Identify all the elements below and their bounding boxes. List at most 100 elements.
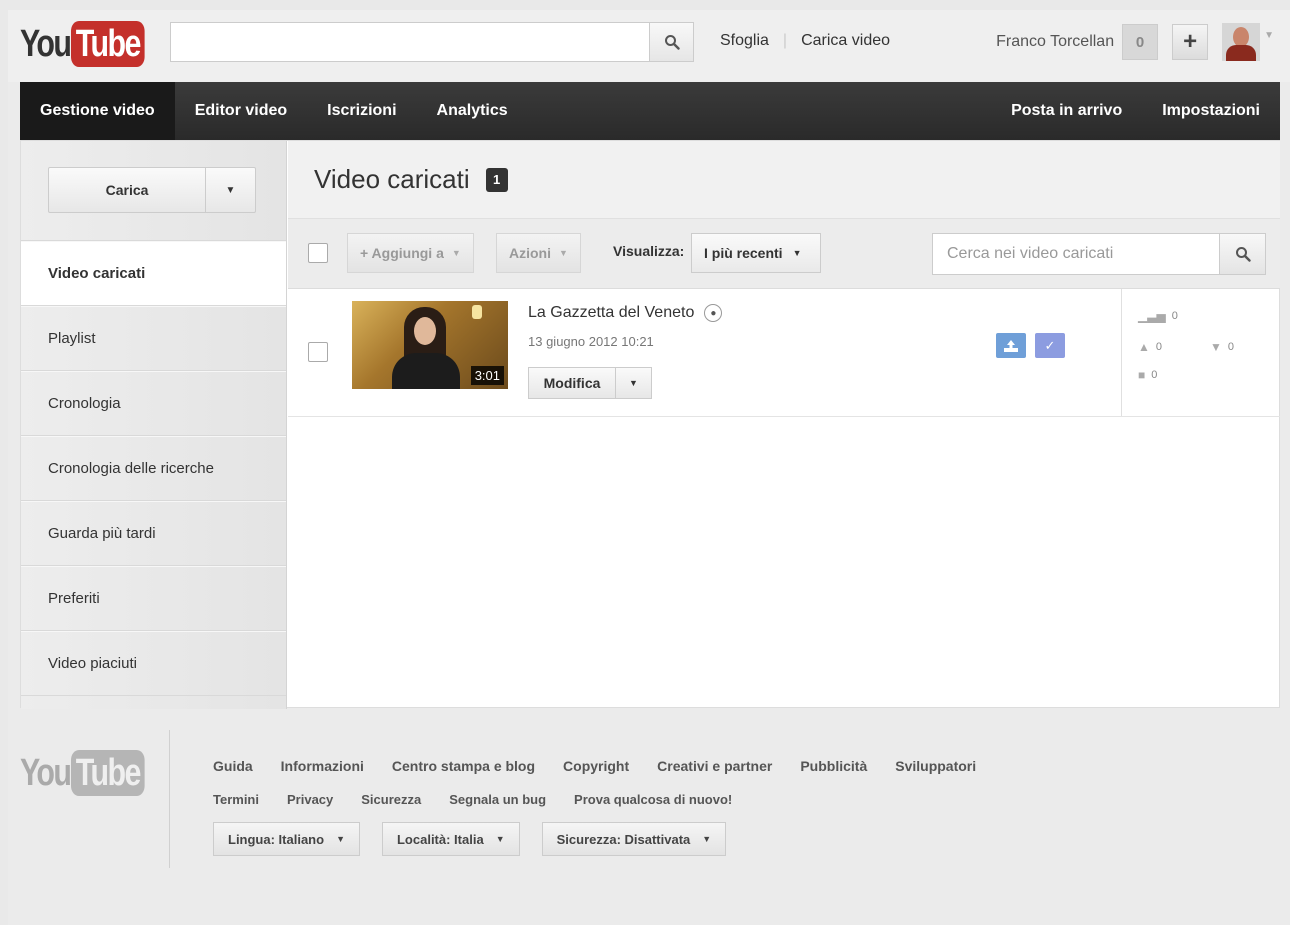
language-value: Lingua: Italiano xyxy=(228,831,325,847)
sidebar-item-uploaded-videos[interactable]: Video caricati xyxy=(21,241,286,306)
top-links: Sfoglia | Carica video xyxy=(720,32,890,50)
link-separator: | xyxy=(782,32,788,49)
caret-down-icon: ▼ xyxy=(559,248,568,258)
nav-inbox[interactable]: Posta in arrivo xyxy=(991,82,1142,140)
footer-link-developers[interactable]: Sviluppatori xyxy=(895,758,976,774)
footer-link-privacy[interactable]: Privacy xyxy=(287,792,333,807)
add-to-button[interactable]: + Aggiungi a ▼ xyxy=(347,233,474,273)
video-thumbnail[interactable]: 3:01 xyxy=(352,301,508,389)
search-button[interactable] xyxy=(649,23,693,61)
user-name[interactable]: Franco Torcellan xyxy=(996,33,1114,51)
edit-button-label[interactable]: Modifica xyxy=(529,368,615,398)
content-panel: Carica ▼ Video caricati Playlist Cronolo… xyxy=(20,140,1280,709)
likes-count: 0 xyxy=(1155,341,1163,353)
browse-link[interactable]: Sfoglia xyxy=(720,32,769,50)
sort-dropdown[interactable]: I più recenti ▼ xyxy=(691,233,821,273)
dislikes-count: 0 xyxy=(1227,341,1235,353)
avatar-body xyxy=(1226,45,1257,61)
sidebar-item-favorites[interactable]: Preferiti xyxy=(21,566,286,631)
video-select-checkbox[interactable] xyxy=(308,342,328,362)
main-header: Video caricati 1 xyxy=(288,141,1280,219)
upload-status-icon[interactable] xyxy=(996,333,1026,358)
footer-link-safety[interactable]: Sicurezza xyxy=(361,792,421,807)
nav-subscriptions[interactable]: Iscrizioni xyxy=(307,82,416,140)
comments-count: 0 xyxy=(1151,369,1158,381)
video-stats: ▁▃▅ 0 ▲ 0 ▼ 0 ■ 0 xyxy=(1121,289,1279,416)
view-label: Visualizza: xyxy=(613,243,685,259)
footer-link-press[interactable]: Centro stampa e blog xyxy=(392,758,535,774)
search-icon xyxy=(1235,247,1251,262)
add-to-label: + Aggiungi a xyxy=(360,245,444,261)
footer-logo-tube: Tube xyxy=(70,750,145,796)
footer-divider xyxy=(169,730,170,868)
page-title: Video caricati xyxy=(314,164,470,194)
user-area: Franco Torcellan 0 + ▼ xyxy=(996,22,1274,62)
thumbnail-lamp xyxy=(472,305,482,319)
logo-you: You xyxy=(20,22,72,65)
caret-down-icon: ▼ xyxy=(702,834,712,844)
nav-video-editor[interactable]: Editor video xyxy=(175,82,307,140)
footer-selects: Lingua: Italiano ▼ Località: Italia ▼ Si… xyxy=(213,822,727,856)
footer-link-about[interactable]: Informazioni xyxy=(281,758,364,774)
caret-down-icon[interactable]: ▼ xyxy=(1264,30,1274,41)
comment-icon: ■ xyxy=(1138,368,1146,382)
sidebar-item-liked-videos[interactable]: Video piaciuti xyxy=(21,631,286,696)
video-duration: 3:01 xyxy=(470,366,504,385)
upload-button: Carica ▼ xyxy=(48,167,256,213)
youtube-logo[interactable]: You Tube xyxy=(20,20,163,68)
search-input[interactable] xyxy=(171,23,649,61)
select-all-checkbox[interactable] xyxy=(308,243,328,263)
footer-link-terms[interactable]: Termini xyxy=(213,792,259,807)
views-stat: ▁▃▅ 0 xyxy=(1138,309,1178,323)
footer-link-creators[interactable]: Creativi e partner xyxy=(657,758,772,774)
edit-button: Modifica ▼ xyxy=(528,367,652,399)
footer-link-copyright[interactable]: Copyright xyxy=(563,758,629,774)
sidebar-item-playlist[interactable]: Playlist xyxy=(21,306,286,371)
sidebar-item-search-history[interactable]: Cronologia delle ricerche xyxy=(21,436,286,501)
dislike-icon: ▼ xyxy=(1210,340,1222,354)
nav-video-manager[interactable]: Gestione video xyxy=(20,82,175,140)
nav-settings[interactable]: Impostazioni xyxy=(1142,82,1280,140)
video-search-button[interactable] xyxy=(1219,234,1265,274)
sidebar-item-watch-later[interactable]: Guarda più tardi xyxy=(21,501,286,566)
caret-down-icon: ▼ xyxy=(451,248,461,258)
plus-icon[interactable]: + xyxy=(1172,24,1209,60)
safety-select[interactable]: Sicurezza: Disattivata ▼ xyxy=(541,822,727,856)
footer-link-report-bug[interactable]: Segnala un bug xyxy=(449,792,546,807)
footer-secondary-links: Termini Privacy Sicurezza Segnala un bug… xyxy=(213,792,732,807)
views-icon: ▁▃▅ xyxy=(1138,309,1166,323)
caret-down-icon: ▼ xyxy=(792,248,802,258)
language-select[interactable]: Lingua: Italiano ▼ xyxy=(213,822,360,856)
thumbnail-person-face xyxy=(414,317,436,345)
video-search-input[interactable] xyxy=(933,234,1219,274)
footer-logo[interactable]: You Tube xyxy=(20,750,163,796)
footer-logo-you: You xyxy=(20,751,72,794)
video-date: 13 giugno 2012 10:21 xyxy=(528,334,654,349)
notification-count[interactable]: 0 xyxy=(1122,24,1159,60)
location-select[interactable]: Località: Italia ▼ xyxy=(381,822,520,856)
views-count: 0 xyxy=(1171,310,1178,322)
upload-status-glyph xyxy=(1004,339,1018,352)
public-icon: ● xyxy=(704,304,723,322)
dislikes-stat: ▼ 0 xyxy=(1210,340,1234,354)
video-title[interactable]: La Gazzetta del Veneto xyxy=(528,304,694,322)
video-search-box xyxy=(932,233,1266,275)
nav-analytics[interactable]: Analytics xyxy=(417,82,528,140)
avatar[interactable] xyxy=(1222,23,1261,61)
upload-button-label[interactable]: Carica xyxy=(49,168,205,212)
video-count-badge: 1 xyxy=(485,167,508,192)
safety-value: Sicurezza: Disattivata xyxy=(556,831,691,847)
footer-link-try-new[interactable]: Prova qualcosa di nuovo! xyxy=(574,792,732,807)
sidebar-item-history[interactable]: Cronologia xyxy=(21,371,286,436)
video-row: 3:01 La Gazzetta del Veneto ● 13 giugno … xyxy=(288,289,1280,417)
search-icon xyxy=(664,35,680,50)
caret-down-icon[interactable]: ▼ xyxy=(615,368,651,398)
check-status-icon[interactable]: ✓ xyxy=(1035,333,1065,358)
footer-link-help[interactable]: Guida xyxy=(213,758,253,774)
footer-link-advertising[interactable]: Pubblicità xyxy=(800,758,867,774)
actions-button[interactable]: Azioni ▼ xyxy=(496,233,581,273)
caret-down-icon[interactable]: ▼ xyxy=(205,168,255,212)
upload-video-link[interactable]: Carica video xyxy=(801,32,890,50)
video-title-wrap: La Gazzetta del Veneto ● xyxy=(528,304,723,322)
sort-value: I più recenti xyxy=(704,245,783,261)
